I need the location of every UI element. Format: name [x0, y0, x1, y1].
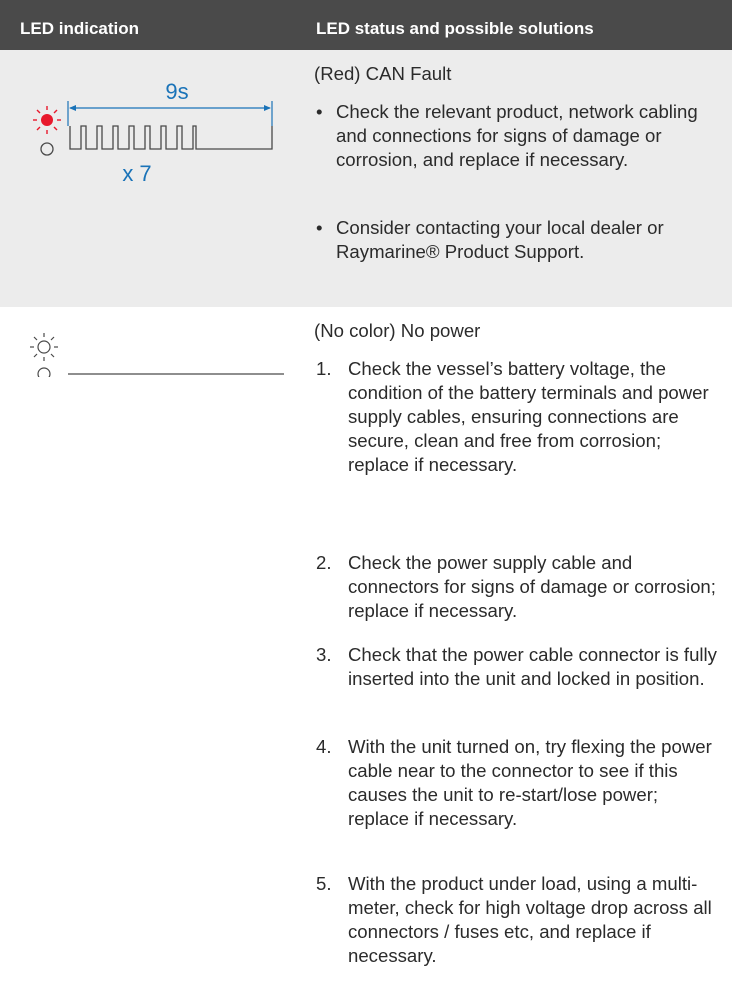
off-led-icon: [40, 142, 54, 156]
duration-dimension: [67, 101, 273, 126]
table-row-can-fault: 9s x 7 (Red) CAN Fault • Check the relev…: [0, 50, 732, 307]
no-color-led-icon: [30, 333, 58, 361]
step-number: 2.: [316, 552, 332, 573]
repeat-count-label: x 7: [122, 161, 151, 186]
led-indication-cell: 9s x 7: [0, 50, 300, 195]
step-number: 3.: [316, 644, 332, 665]
bullet-icon: •: [316, 101, 323, 122]
step-text: With the product under load, using a mul…: [348, 873, 712, 966]
bullet-icon: •: [316, 217, 323, 238]
led-flash-diagram: 9s x 7: [33, 79, 273, 186]
step-text: Check the vessel’s battery voltage, the …: [348, 358, 709, 475]
step-text: Check the power supply cable and connect…: [348, 552, 716, 621]
duration-label: 9s: [165, 79, 188, 104]
step-number: 5.: [316, 873, 332, 894]
off-led-icon: [37, 367, 51, 381]
list-item-text: Consider contacting your local dealer or…: [336, 217, 664, 262]
red-led-icon: [33, 106, 61, 134]
header-led-status: LED status and possible solutions: [316, 19, 594, 38]
step-text: With the unit turned on, try flexing the…: [348, 736, 712, 829]
table-row-no-power: (No color) No power 1. Check the vessel’…: [0, 307, 732, 1004]
list-item-text: Check the relevant product, network cabl…: [336, 101, 698, 170]
led-indication-cell: [0, 307, 300, 382]
header-led-indication: LED indication: [20, 19, 139, 38]
status-title: (No color) No power: [314, 320, 481, 341]
table-header: LED indication LED status and possible s…: [0, 5, 732, 50]
led-troubleshooting-table: LED indication LED status and possible s…: [0, 0, 732, 1004]
step-text: Check that the power cable connector is …: [348, 644, 717, 689]
led-off-diagram: [30, 333, 284, 381]
status-title: (Red) CAN Fault: [314, 63, 452, 84]
step-number: 4.: [316, 736, 332, 757]
step-number: 1.: [316, 358, 332, 379]
pulse-waveform: [69, 125, 273, 150]
